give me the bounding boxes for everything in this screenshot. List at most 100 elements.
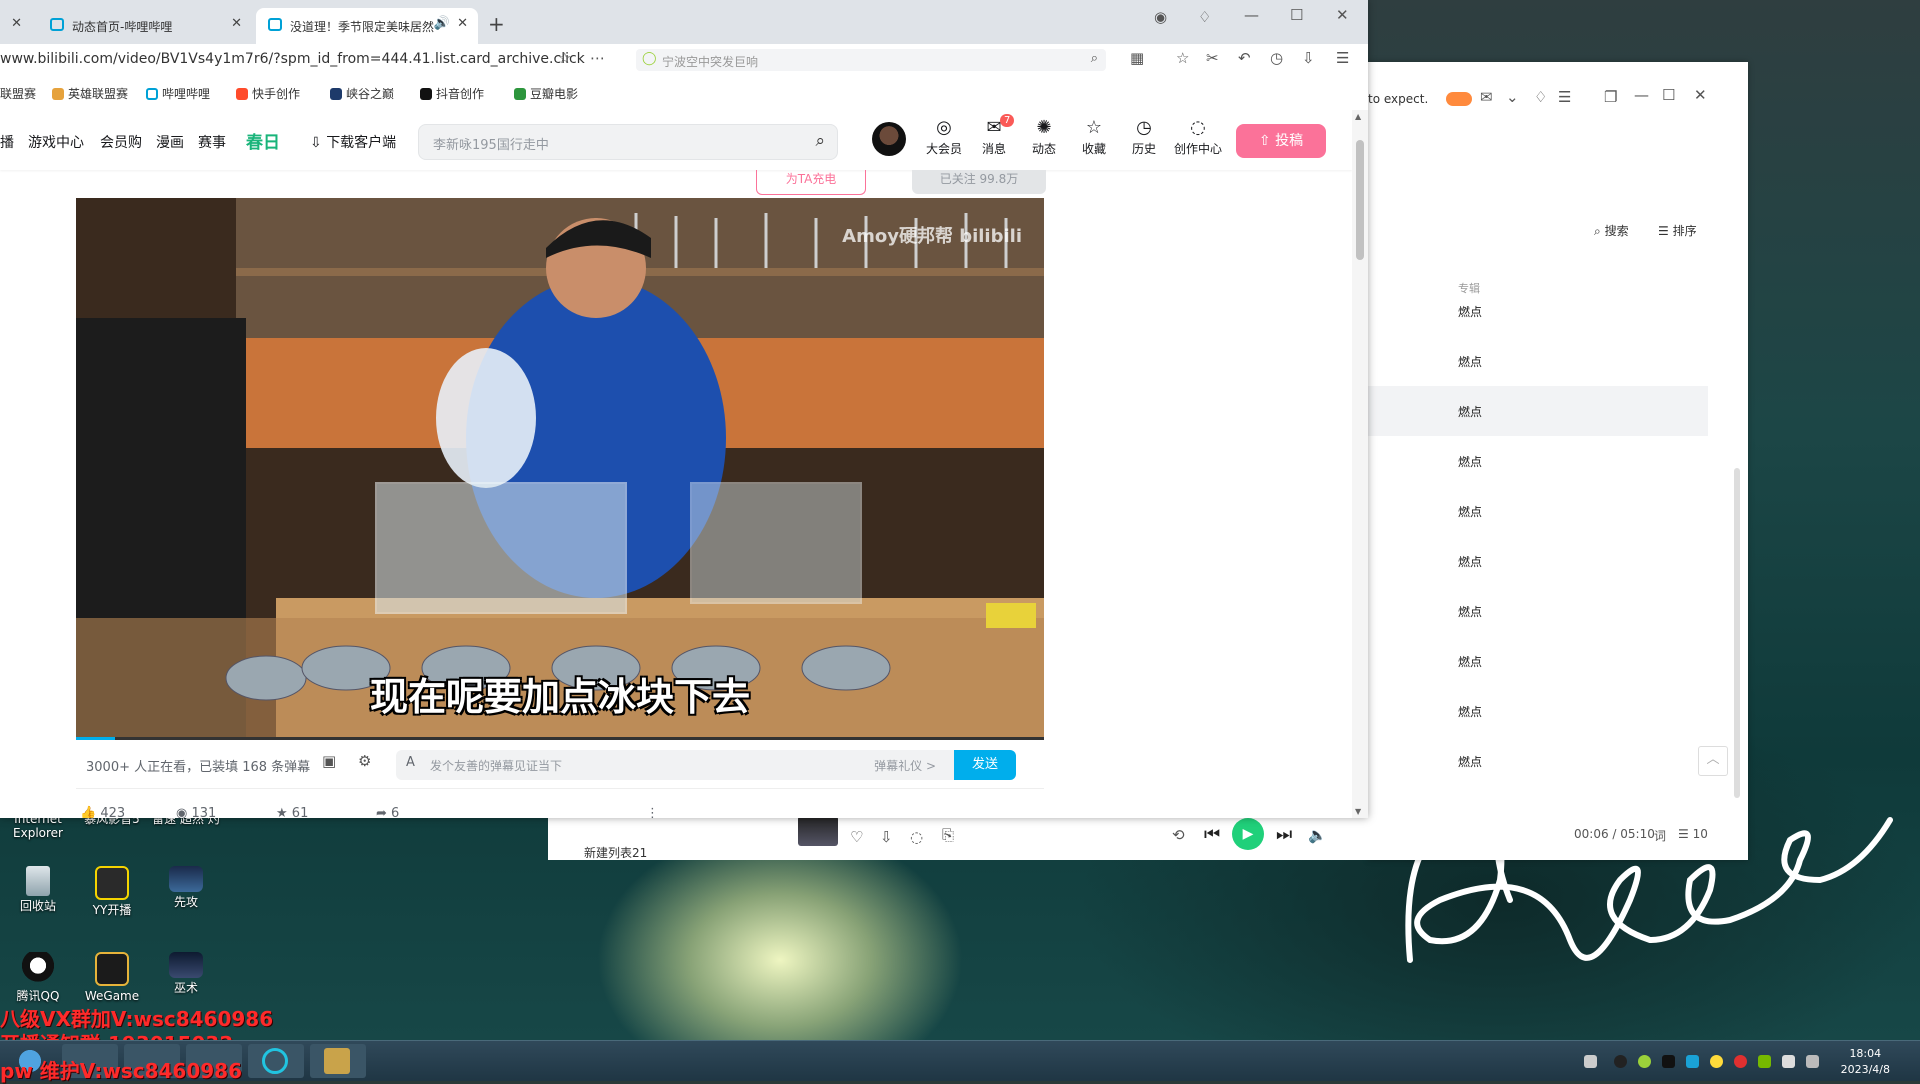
list-item[interactable]: 燃点	[1368, 286, 1708, 336]
menu-icon[interactable]: ☰	[1558, 88, 1571, 106]
upload-button[interactable]: ⇧ 投稿	[1236, 124, 1326, 158]
download-icon[interactable]: ⇩	[880, 828, 893, 846]
bookmark-item[interactable]: 英雄联盟赛	[52, 85, 128, 102]
previous-icon[interactable]: ⏮	[1204, 824, 1220, 845]
list-item[interactable]: 燃点	[1368, 386, 1708, 436]
skin-icon[interactable]: ♢	[1534, 88, 1547, 106]
tab-video[interactable]: 没道理！季节限定美味居然 🔊 ✕	[256, 8, 478, 44]
tray-app-icon[interactable]	[1734, 1055, 1747, 1068]
send-button[interactable]: 发送	[954, 750, 1016, 780]
tray-app-icon[interactable]	[1686, 1055, 1699, 1068]
video-player[interactable]: Amoy硬邦帮 bilibili 现在呢要加点冰块下去	[76, 198, 1044, 740]
scrollbar-thumb[interactable]	[1356, 140, 1364, 260]
bookmark-item[interactable]: 峡谷之巅	[330, 85, 394, 102]
bookmark-item[interactable]: 快手创作	[236, 85, 300, 102]
close-icon[interactable]: ✕	[1336, 6, 1349, 24]
site-search-input[interactable]: 李新咏195国行走中 ⌕	[418, 124, 838, 160]
nav-item-esports[interactable]: 赛事	[198, 132, 226, 152]
play-button[interactable]: ▶	[1232, 818, 1264, 850]
list-item[interactable]: 燃点	[1368, 736, 1708, 786]
tray-app-icon[interactable]	[1638, 1055, 1651, 1068]
list-item[interactable]: 燃点	[1368, 486, 1708, 536]
desktop-icon-yy[interactable]: YY开播	[76, 866, 148, 917]
desktop-icon-xiangong[interactable]: 先攻	[150, 866, 222, 909]
nav-item-mall[interactable]: 会员购	[100, 132, 142, 152]
list-item[interactable]: 燃点	[1368, 336, 1708, 386]
nav-dynamic[interactable]: ✺ 动态	[1022, 118, 1066, 157]
desktop-icon-wegame[interactable]: WeGame	[76, 952, 148, 1003]
download-client-button[interactable]: ⇩ 下载客户端	[310, 132, 396, 152]
search-icon[interactable]: ⌕	[815, 131, 825, 151]
music-scrollbar[interactable]	[1734, 468, 1740, 798]
close-icon[interactable]: ✕	[11, 16, 22, 31]
share-button[interactable]: ➦ 6	[376, 806, 399, 818]
taskbar-app-lol[interactable]	[310, 1044, 366, 1078]
mail-icon[interactable]: ✉	[1480, 88, 1493, 106]
minimize-icon[interactable]: —	[1244, 6, 1259, 24]
download-icon[interactable]: ⇩	[1302, 49, 1315, 67]
desktop-icon-wushu[interactable]: 巫术	[150, 952, 222, 995]
more-options-icon[interactable]: ⋮	[646, 806, 659, 818]
page-scrollbar[interactable]: ▲ ▼	[1352, 110, 1368, 818]
repeat-icon[interactable]: ⟲	[1172, 826, 1185, 844]
comment-icon[interactable]: ◌	[910, 828, 923, 846]
search-icon[interactable]: ⌕	[1091, 51, 1098, 66]
clock[interactable]: 18:04 2023/4/8	[1841, 1046, 1890, 1078]
list-item[interactable]: 燃点	[1368, 536, 1708, 586]
share-icon[interactable]: ⎘	[942, 826, 954, 844]
charge-button[interactable]: 为TA充电	[756, 170, 866, 195]
maximize-icon[interactable]: ☐	[1662, 86, 1675, 104]
url-field[interactable]: www.bilibili.com/video/BV1Vs4y1m7r6/?spm…	[0, 51, 585, 67]
menu-icon[interactable]: ☰	[1336, 49, 1349, 67]
cut-icon[interactable]: ✂	[1206, 49, 1219, 67]
text-style-icon[interactable]: A	[406, 755, 415, 770]
bookmark-item[interactable]: 联盟赛	[0, 85, 36, 102]
nav-message[interactable]: ✉ 7 消息	[972, 114, 1016, 157]
tray-app-icon[interactable]	[1662, 1055, 1675, 1068]
star-icon[interactable]: ☆	[558, 49, 571, 67]
danmaku-toggle-icon[interactable]: ▣	[322, 752, 336, 770]
taskbar-app-player[interactable]	[248, 1044, 304, 1078]
tray-app-icon[interactable]	[1710, 1055, 1723, 1068]
nav-favorites[interactable]: ☆ 收藏	[1072, 118, 1116, 157]
more-icon[interactable]: ⋯	[590, 49, 605, 67]
favorites-icon[interactable]: ☆	[1176, 49, 1189, 67]
nvidia-icon[interactable]	[1758, 1055, 1771, 1068]
tab-dynamic[interactable]: 动态首页-哔哩哔哩 ✕	[38, 8, 252, 44]
browser-search-field[interactable]: ◯ 宁波空中突发巨响 ⌕	[636, 49, 1106, 71]
lyric-button[interactable]: 词	[1654, 827, 1666, 844]
minimize-icon[interactable]: —	[1634, 86, 1649, 104]
next-icon[interactable]: ⏭	[1276, 824, 1292, 845]
like-button[interactable]: 👍 423	[80, 806, 125, 818]
list-item[interactable]: 燃点	[1368, 586, 1708, 636]
favorite-button[interactable]: ★ 61	[276, 806, 308, 818]
desktop-icon-qq[interactable]: 腾讯QQ	[2, 952, 74, 1003]
back-to-top-button[interactable]: ︿	[1698, 746, 1728, 776]
network-icon[interactable]	[1806, 1055, 1819, 1068]
nav-vip[interactable]: ◎ 大会员	[922, 118, 966, 157]
nav-history[interactable]: ◷ 历史	[1122, 118, 1166, 157]
bookmark-item[interactable]: 抖音创作	[420, 85, 484, 102]
avatar[interactable]	[872, 122, 906, 156]
chevron-down-icon[interactable]: ⌄	[1506, 88, 1519, 106]
danmaku-input[interactable]: A 发个友善的弹幕见证当下 弹幕礼仪 > 发送	[396, 750, 1016, 780]
bookmark-item[interactable]: 豆瓣电影	[514, 85, 578, 102]
volume-icon[interactable]	[1782, 1055, 1795, 1068]
nav-item-game-center[interactable]: 游戏中心	[28, 132, 84, 152]
keyboard-icon[interactable]	[1584, 1055, 1597, 1068]
list-item[interactable]: 燃点	[1368, 636, 1708, 686]
coin-button[interactable]: ◉ 131	[176, 806, 216, 818]
history-icon[interactable]: ◷	[1270, 49, 1283, 67]
close-icon[interactable]: ✕	[1694, 86, 1707, 104]
music-search-button[interactable]: ⌕ 搜索	[1594, 222, 1629, 239]
album-cover[interactable]	[798, 816, 838, 846]
volume-icon[interactable]: 🔈	[1308, 826, 1327, 844]
bookmark-item[interactable]: 哔哩哔哩	[146, 85, 210, 102]
list-item[interactable]: 燃点	[1368, 436, 1708, 486]
maximize-icon[interactable]: ☐	[1290, 6, 1303, 24]
account-icon[interactable]: ◉	[1154, 8, 1167, 26]
scroll-up-icon[interactable]: ▲	[1355, 112, 1361, 121]
tray-app-icon[interactable]	[1614, 1055, 1627, 1068]
speaker-icon[interactable]: 🔊	[434, 16, 450, 31]
undo-icon[interactable]: ↶	[1238, 49, 1251, 67]
